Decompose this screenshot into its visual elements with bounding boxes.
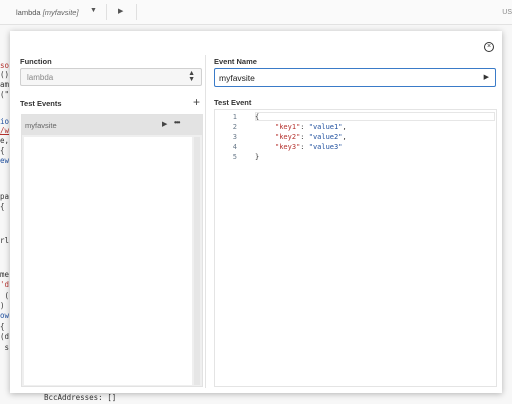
code-line: 'd bbox=[0, 280, 10, 289]
toolbar-divider bbox=[136, 4, 137, 20]
code-line: "key2": "value2", bbox=[275, 133, 347, 141]
json-value: "value1" bbox=[308, 123, 343, 131]
code-line: (d bbox=[0, 332, 10, 341]
scrollbar[interactable] bbox=[194, 137, 200, 385]
code-brace: { bbox=[255, 113, 260, 121]
code-line: BccAddresses: [] bbox=[44, 393, 117, 402]
json-colon: : bbox=[300, 123, 309, 131]
code-brace: } bbox=[255, 153, 260, 161]
code-line: { bbox=[0, 146, 5, 155]
region-label: US bbox=[502, 9, 512, 16]
test-event-label: Test Event bbox=[214, 98, 252, 107]
tab-name: lambda bbox=[16, 8, 41, 17]
json-value: "value2" bbox=[308, 133, 343, 141]
column-divider bbox=[205, 55, 206, 388]
event-item-name: myfavsite bbox=[25, 121, 57, 130]
json-key: "key2" bbox=[275, 133, 301, 141]
left-panel: Function lambda ▲ ▼ Test Events + myfavsi… bbox=[20, 55, 204, 388]
code-line: "key1": "value1", bbox=[275, 123, 347, 131]
editor-toolbar: lambda [myfavsite] ▼ ▶ US bbox=[0, 0, 512, 25]
code-line: e, bbox=[0, 136, 10, 145]
run-icon[interactable]: ▶ bbox=[118, 7, 123, 15]
code-line: (" bbox=[0, 90, 10, 99]
code-line: ) bbox=[0, 301, 5, 310]
active-line-highlight bbox=[255, 112, 495, 121]
dropdown-icon[interactable]: ▼ bbox=[90, 7, 97, 14]
code-line: so bbox=[0, 61, 10, 70]
code-line: pa bbox=[0, 192, 10, 201]
select-arrows-icon: ▲ ▼ bbox=[188, 70, 195, 83]
code-editor[interactable]: 1 2 3 4 5 { "key1": "value1", "key2": "v… bbox=[214, 109, 497, 387]
function-label: Function bbox=[20, 57, 52, 66]
line-number: 4 bbox=[232, 143, 237, 151]
json-key: "key3" bbox=[275, 143, 301, 151]
json-comma: , bbox=[342, 123, 347, 131]
event-name-field[interactable]: ▶ bbox=[214, 68, 496, 87]
list-item[interactable]: myfavsite ▶ ••• bbox=[22, 115, 202, 135]
toolbar-divider bbox=[106, 4, 107, 20]
add-event-icon[interactable]: + bbox=[193, 96, 200, 108]
code-line: { bbox=[0, 202, 5, 211]
run-icon[interactable]: ▶ bbox=[484, 73, 489, 81]
code-line: me bbox=[0, 270, 10, 279]
json-key: "key1" bbox=[275, 123, 301, 131]
code-line: () bbox=[0, 70, 10, 79]
line-number: 3 bbox=[232, 133, 237, 141]
line-number: 2 bbox=[232, 123, 237, 131]
json-comma: , bbox=[342, 133, 347, 141]
code-line: rl bbox=[0, 236, 10, 245]
code-line: s bbox=[0, 343, 10, 352]
run-event-icon[interactable]: ▶ bbox=[162, 120, 167, 128]
code-line: { bbox=[0, 322, 5, 331]
json-colon: : bbox=[300, 133, 309, 141]
test-events-label: Test Events bbox=[20, 99, 62, 108]
function-select[interactable]: lambda ▲ ▼ bbox=[20, 68, 202, 86]
code-line: /w bbox=[0, 126, 10, 135]
json-value: "value3" bbox=[308, 143, 343, 151]
event-name-label: Event Name bbox=[214, 57, 257, 66]
more-options-icon[interactable]: ••• bbox=[174, 118, 180, 127]
tab-sub: [myfavsite] bbox=[42, 8, 79, 17]
file-tab[interactable]: lambda [myfavsite] bbox=[16, 8, 79, 17]
code-line: ( bbox=[0, 291, 10, 300]
code-line: ew bbox=[0, 156, 10, 165]
code-line: ow bbox=[0, 311, 10, 320]
line-number: 1 bbox=[232, 113, 237, 121]
code-line: io bbox=[0, 117, 10, 126]
json-colon: : bbox=[300, 143, 309, 151]
line-number: 5 bbox=[232, 153, 237, 161]
right-panel: Event Name ▶ Test Event 1 2 3 4 5 { "key… bbox=[214, 55, 498, 388]
function-value: lambda bbox=[27, 73, 54, 82]
test-events-list: myfavsite ▶ ••• bbox=[21, 114, 203, 387]
test-event-dialog: × Function lambda ▲ ▼ Test Events + myfav… bbox=[10, 31, 502, 393]
code-line: am bbox=[0, 80, 10, 89]
list-empty-area bbox=[24, 137, 192, 385]
event-name-input[interactable] bbox=[219, 71, 469, 84]
code-line: "key3": "value3" bbox=[275, 143, 342, 151]
close-icon[interactable]: × bbox=[484, 42, 494, 52]
